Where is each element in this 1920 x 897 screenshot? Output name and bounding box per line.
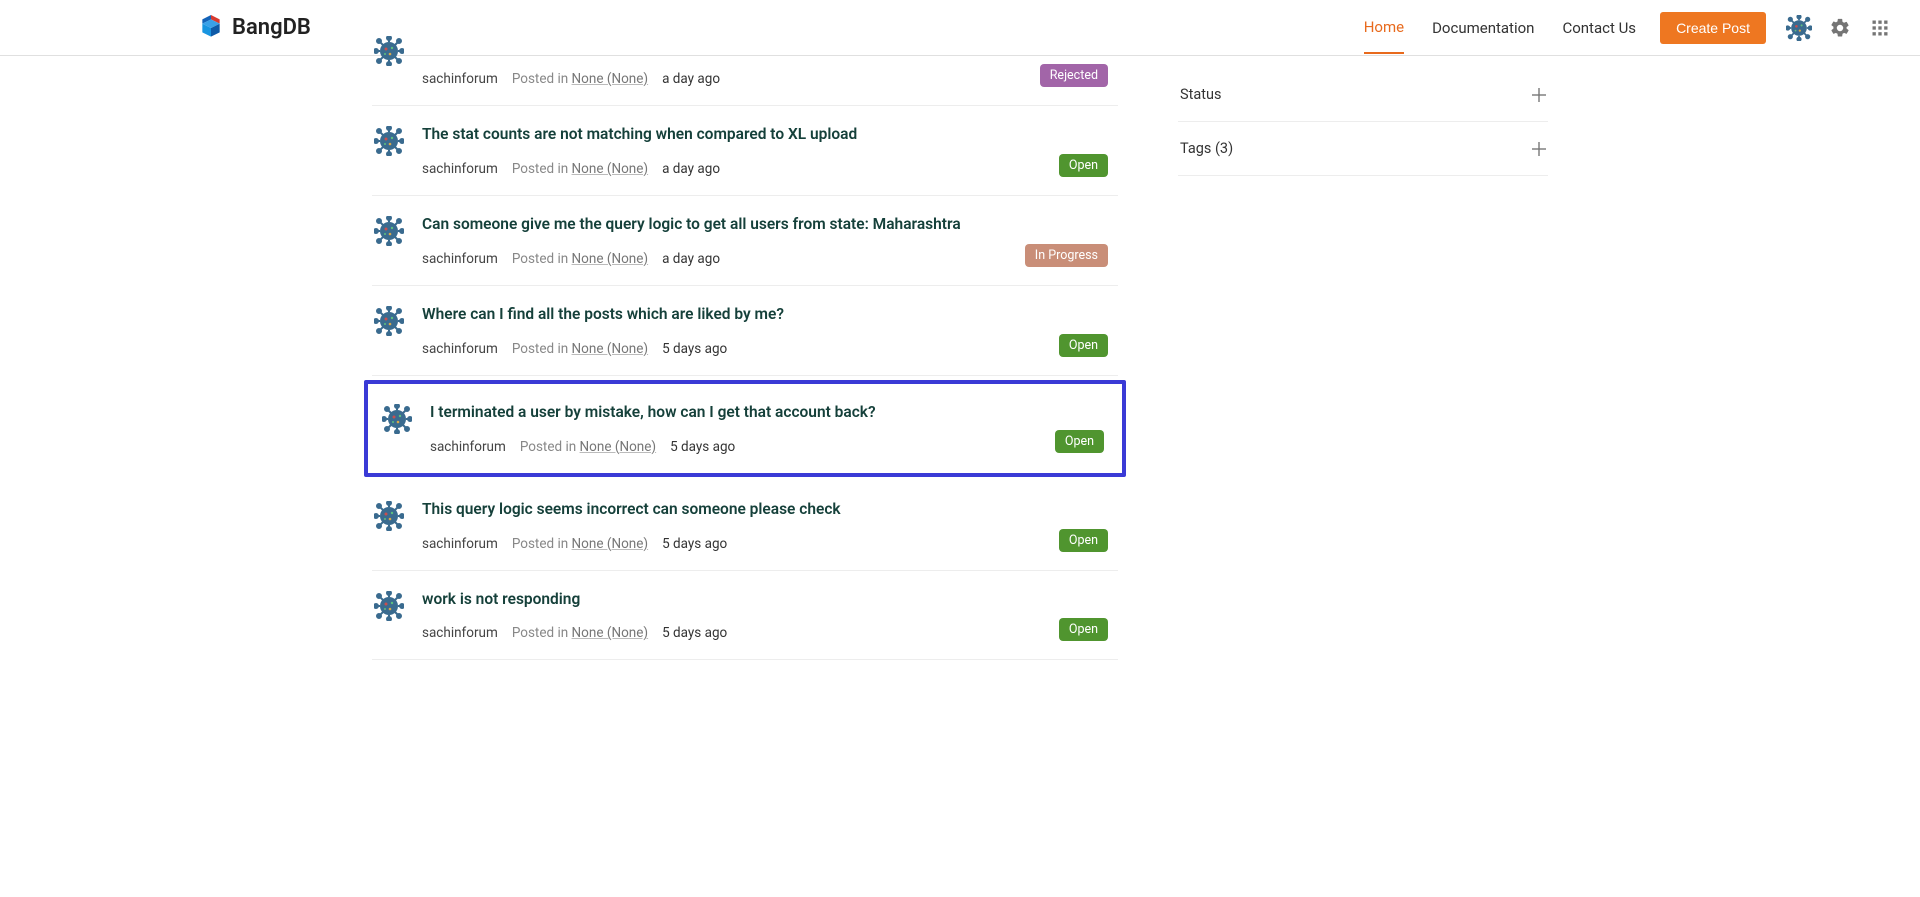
post-item[interactable]: Build fails when I try to use "with" fla… (372, 16, 1118, 106)
post-category[interactable]: None (None) (572, 161, 649, 177)
main-nav: Home Documentation Contact Us (1364, 2, 1636, 54)
post-category[interactable]: None (None) (572, 536, 649, 552)
post-time: a day ago (662, 161, 720, 177)
post-author[interactable]: sachinforum (422, 161, 498, 177)
post-category[interactable]: None (None) (572, 341, 649, 357)
post-meta: sachinforum Posted in None (None) a day ag… (422, 161, 1108, 177)
post-meta: sachinforum Posted in None (None) a day ag… (422, 251, 1108, 267)
posted-in-label: Posted in None (None) (512, 536, 648, 552)
post-meta: sachinforum Posted in None (None) 5 days a… (422, 341, 1108, 357)
posted-in-label: Posted in None (None) (512, 161, 648, 177)
post-title[interactable]: This query logic seems incorrect can som… (422, 499, 1108, 520)
post-item[interactable]: work is not responding sachinforum Posted … (372, 571, 1118, 661)
post-body: Build fails when I try to use "with" fla… (422, 34, 1108, 87)
post-author[interactable]: sachinforum (422, 536, 498, 552)
post-author[interactable]: sachinforum (422, 251, 498, 267)
post-body: The stat counts are not matching when co… (422, 124, 1108, 177)
posted-in-label: Posted in None (None) (520, 439, 656, 455)
post-body: Can someone give me the query logic to g… (422, 214, 1108, 267)
post-feed: Build fails when I try to use "with" fla… (372, 56, 1118, 660)
post-author-avatar[interactable] (374, 501, 404, 531)
post-item[interactable]: Can someone give me the query logic to g… (372, 196, 1118, 286)
post-time: a day ago (662, 71, 720, 87)
status-badge: Rejected (1040, 64, 1108, 87)
nav-documentation[interactable]: Documentation (1432, 3, 1534, 53)
post-author-avatar[interactable] (374, 126, 404, 156)
post-time: 5 days ago (662, 341, 727, 357)
create-post-button[interactable]: Create Post (1660, 12, 1766, 44)
filter-sidebar: Status Tags (3) (1178, 56, 1548, 660)
posted-in-label: Posted in None (None) (512, 71, 648, 87)
logo-icon (196, 15, 226, 41)
apps-grid-icon[interactable] (1868, 16, 1892, 40)
post-item[interactable]: This query logic seems incorrect can som… (372, 481, 1118, 571)
nav-home[interactable]: Home (1364, 2, 1404, 54)
post-title[interactable]: Can someone give me the query logic to g… (422, 214, 1108, 235)
post-item[interactable]: Where can I find all the posts which are… (372, 286, 1118, 376)
post-meta: sachinforum Posted in None (None) a day ag… (422, 71, 1108, 87)
post-body: Where can I find all the posts which are… (422, 304, 1108, 357)
posted-in-label: Posted in None (None) (512, 625, 648, 641)
post-author[interactable]: sachinforum (430, 439, 506, 455)
post-category[interactable]: None (None) (572, 625, 649, 641)
post-author[interactable]: sachinforum (422, 71, 498, 87)
post-body: I terminated a user by mistake, how can … (430, 402, 1108, 455)
post-author-avatar[interactable] (374, 36, 404, 66)
post-item[interactable]: I terminated a user by mistake, how can … (364, 380, 1126, 477)
plus-icon (1532, 88, 1546, 102)
post-item[interactable]: The stat counts are not matching when co… (372, 106, 1118, 196)
filter-tags-label: Tags (3) (1180, 140, 1233, 157)
post-title[interactable]: The stat counts are not matching when co… (422, 124, 1108, 145)
user-avatar[interactable] (1786, 15, 1812, 41)
post-time: 5 days ago (662, 625, 727, 641)
post-body: work is not responding sachinforum Posted … (422, 589, 1108, 642)
post-category[interactable]: None (None) (572, 251, 649, 267)
post-author-avatar[interactable] (382, 404, 412, 434)
posted-in-label: Posted in None (None) (512, 251, 648, 267)
post-title[interactable]: Where can I find all the posts which are… (422, 304, 1108, 325)
post-meta: sachinforum Posted in None (None) 5 days a… (422, 536, 1108, 552)
post-body: This query logic seems incorrect can som… (422, 499, 1108, 552)
status-badge: Open (1059, 529, 1108, 552)
brand-name: BangDB (232, 15, 311, 40)
post-meta: sachinforum Posted in None (None) 5 days a… (430, 439, 1108, 455)
brand-logo[interactable]: BangDB (196, 15, 311, 41)
post-title[interactable]: work is not responding (422, 589, 1108, 610)
plus-icon (1532, 142, 1546, 156)
filter-status[interactable]: Status (1178, 68, 1548, 122)
post-time: 5 days ago (670, 439, 735, 455)
nav-contact[interactable]: Contact Us (1562, 3, 1636, 53)
post-author-avatar[interactable] (374, 591, 404, 621)
settings-icon[interactable] (1828, 16, 1852, 40)
post-meta: sachinforum Posted in None (None) 5 days a… (422, 625, 1108, 641)
status-badge: Open (1059, 618, 1108, 641)
post-author[interactable]: sachinforum (422, 625, 498, 641)
filter-status-label: Status (1180, 86, 1221, 103)
filter-tags[interactable]: Tags (3) (1178, 122, 1548, 176)
post-time: 5 days ago (662, 536, 727, 552)
post-author[interactable]: sachinforum (422, 341, 498, 357)
post-category[interactable]: None (None) (572, 71, 649, 87)
post-title[interactable]: I terminated a user by mistake, how can … (430, 402, 1108, 423)
post-author-avatar[interactable] (374, 306, 404, 336)
status-badge: Open (1059, 334, 1108, 357)
posted-in-label: Posted in None (None) (512, 341, 648, 357)
post-author-avatar[interactable] (374, 216, 404, 246)
status-badge: Open (1059, 154, 1108, 177)
status-badge: Open (1055, 430, 1104, 453)
post-category[interactable]: None (None) (580, 439, 657, 455)
post-time: a day ago (662, 251, 720, 267)
status-badge: In Progress (1025, 244, 1108, 267)
